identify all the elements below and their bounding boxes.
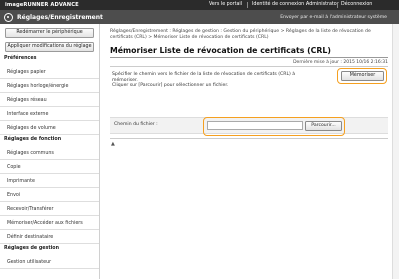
logout-link[interactable]: Déconnexion: [341, 2, 372, 7]
header-bar: Réglages/Enregistrement Envoyer par e-ma…: [0, 10, 399, 24]
last-updated: Dernière mise à jour : 2015 10/16 2:16:3…: [293, 59, 388, 65]
sidebar-item-copy[interactable]: Copie: [0, 161, 99, 174]
divider: [110, 66, 388, 67]
settings-icon: [4, 12, 13, 22]
header-title: Réglages/Enregistrement: [17, 13, 103, 21]
divider: [337, 2, 338, 8]
file-path-input[interactable]: [207, 121, 303, 130]
file-path-label: Chemin du fichier :: [114, 122, 158, 127]
sidebar-item-store-access-files[interactable]: Mémoriser/Accéder aux fichiers: [0, 217, 99, 230]
back-to-top-icon[interactable]: ▲: [111, 141, 115, 147]
sidebar-item-receive-forward[interactable]: Recevoir/Transférer: [0, 203, 99, 216]
product-name: imageRUNNER ADVANCE: [5, 2, 79, 8]
top-bar: imageRUNNER ADVANCE Vers le portail Iden…: [0, 0, 399, 10]
section-heading-preferences: Préférences: [4, 56, 37, 61]
sidebar: Redémarrer le périphérique Appliquer mod…: [0, 24, 100, 279]
sidebar-item-send[interactable]: Envoi: [0, 189, 99, 202]
login-label: Identité de connexion :: [252, 2, 308, 8]
sidebar-item-paper[interactable]: Réglages papier: [0, 66, 99, 79]
divider: [110, 57, 388, 58]
scrollbar[interactable]: [392, 24, 399, 279]
restart-device-button[interactable]: Redémarrer le périphérique: [5, 28, 94, 38]
browse-button[interactable]: Parcourir...: [305, 120, 342, 131]
divider: [110, 138, 388, 139]
page-title: Mémoriser Liste de révocation de certifi…: [110, 46, 331, 55]
sidebar-item-user-management[interactable]: Gestion utilisateur: [0, 256, 99, 269]
apply-settings-button[interactable]: Appliquer modifications du réglage: [5, 42, 94, 52]
divider: [247, 2, 248, 8]
instruction-line: Spécifier le chemin vers le fichier de l…: [112, 72, 296, 83]
sidebar-item-clock-energy[interactable]: Réglages horloge/énergie: [0, 80, 99, 93]
portal-link[interactable]: Vers le portail: [209, 2, 242, 7]
instructions: Spécifier le chemin vers le fichier de l…: [112, 72, 317, 89]
sidebar-item-network[interactable]: Réglages réseau: [0, 94, 99, 107]
sidebar-item-set-destination[interactable]: Définir destinataire: [0, 231, 99, 244]
section-heading-functions: Réglages de fonction: [4, 137, 62, 142]
sidebar-item-common[interactable]: Réglages communs: [0, 147, 99, 160]
section-heading-management: Réglages de gestion: [4, 246, 60, 251]
instruction-line: Cliquer sur [Parcourir] pour sélectionne…: [112, 83, 229, 89]
sidebar-item-external-interface[interactable]: Interface externe: [0, 108, 99, 121]
email-admin-link[interactable]: Envoyer par e-mail à l'administrateur sy…: [280, 15, 387, 20]
user-name: Administrator: [306, 2, 339, 8]
store-button[interactable]: Mémoriser: [341, 71, 384, 81]
breadcrumb[interactable]: Réglages/Enregistrement : Réglages de ge…: [110, 29, 385, 41]
sidebar-item-printer[interactable]: Imprimante: [0, 175, 99, 188]
main-content: Réglages/Enregistrement : Réglages de ge…: [101, 24, 399, 279]
sidebar-item-volume[interactable]: Réglages de volume: [0, 122, 99, 135]
